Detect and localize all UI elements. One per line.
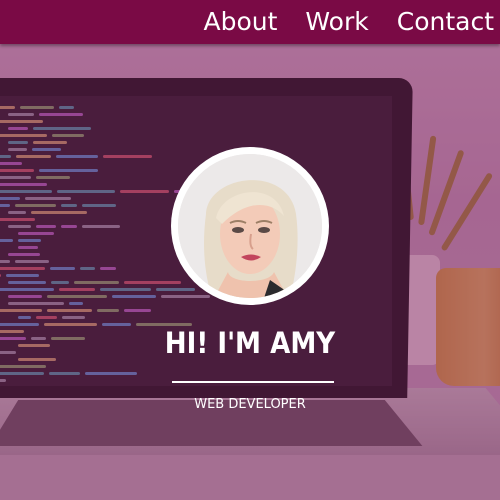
nav-link-work[interactable]: Work xyxy=(305,0,368,44)
hero-section: HI! I'M AMY WEB DEVELOPER xyxy=(0,0,500,500)
hero-subtitle: WEB DEVELOPER xyxy=(194,397,306,412)
avatar xyxy=(178,154,322,298)
nav-link-about[interactable]: About xyxy=(204,0,278,44)
top-nav: About Work Contact xyxy=(0,0,500,44)
portfolio-page: About Work Contact HI! I'M AMY WEB DEVEL… xyxy=(0,0,500,500)
hero-divider xyxy=(172,381,334,383)
hero-heading: HI! I'M AMY xyxy=(164,326,336,360)
nav-link-contact[interactable]: Contact xyxy=(397,0,494,44)
